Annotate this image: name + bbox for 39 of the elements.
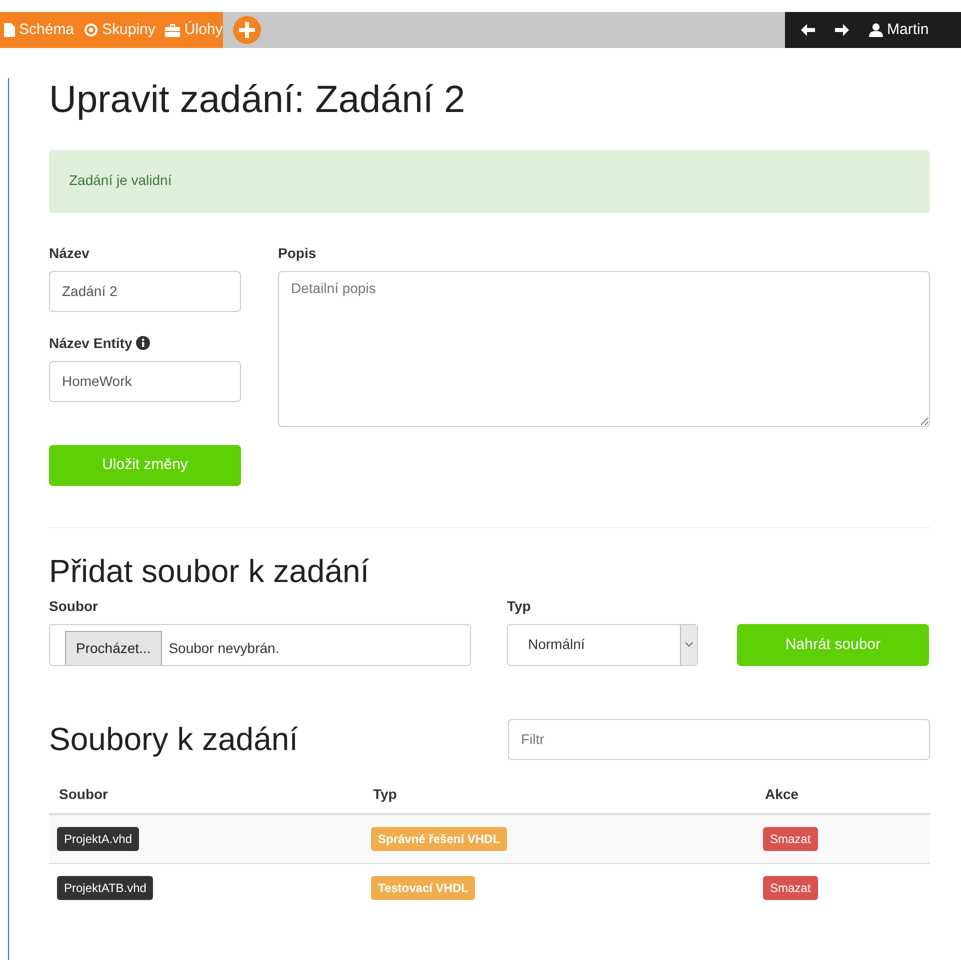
- save-button[interactable]: Uložit změny: [49, 444, 241, 486]
- info-icon[interactable]: [136, 336, 150, 350]
- success-alert: Zadání je validní: [49, 150, 930, 213]
- type-tag: Správné řešení VHDL: [371, 826, 508, 851]
- caret-icon: [685, 642, 693, 648]
- entity-name-field[interactable]: HomeWork: [49, 360, 241, 402]
- user-icon: [869, 23, 883, 37]
- column-header: Typ: [373, 786, 397, 802]
- delete-button[interactable]: Smazat: [763, 876, 818, 900]
- forward-arrow-icon[interactable]: [835, 24, 849, 36]
- field-label: Soubor: [49, 596, 98, 616]
- description-field[interactable]: Detailní popis: [278, 270, 930, 427]
- column-header: Soubor: [59, 786, 108, 802]
- briefcase-icon: [165, 24, 180, 36]
- field-label: Název: [49, 244, 90, 263]
- type-select[interactable]: Normální: [507, 624, 698, 666]
- nav-link[interactable]: Schéma: [4, 18, 74, 42]
- nav-link[interactable]: Skupiny: [84, 18, 156, 42]
- field-label: Typ: [507, 596, 531, 616]
- file-icon: [4, 23, 15, 37]
- nav-link[interactable]: Úlohy: [165, 18, 223, 42]
- column-header: Akce: [765, 786, 798, 802]
- add-button[interactable]: [232, 16, 261, 44]
- plus-icon: [238, 22, 255, 38]
- back-arrow-icon[interactable]: [801, 24, 815, 36]
- field-label: Popis: [278, 244, 316, 263]
- name-field[interactable]: Zadání 2: [49, 270, 241, 312]
- page-title: Upravit zadání: Zadání 2: [49, 78, 466, 123]
- upload-button[interactable]: Nahrát soubor: [737, 624, 929, 666]
- target-icon: [84, 23, 98, 37]
- filter-field[interactable]: Filtr: [508, 718, 930, 760]
- section-heading: Soubory k zadání: [49, 720, 300, 759]
- field-label: Název Entity: [49, 334, 132, 353]
- file-name-tag: ProjektA.vhd: [57, 826, 140, 851]
- section-heading: Přidat soubor k zadání: [49, 552, 370, 590]
- delete-button[interactable]: Smazat: [763, 826, 818, 851]
- file-name-tag: ProjektATB.vhd: [57, 876, 154, 900]
- file-input[interactable]: Procházet... Soubor nevybrán.: [49, 624, 471, 666]
- type-tag: Testovací VHDL: [371, 876, 476, 900]
